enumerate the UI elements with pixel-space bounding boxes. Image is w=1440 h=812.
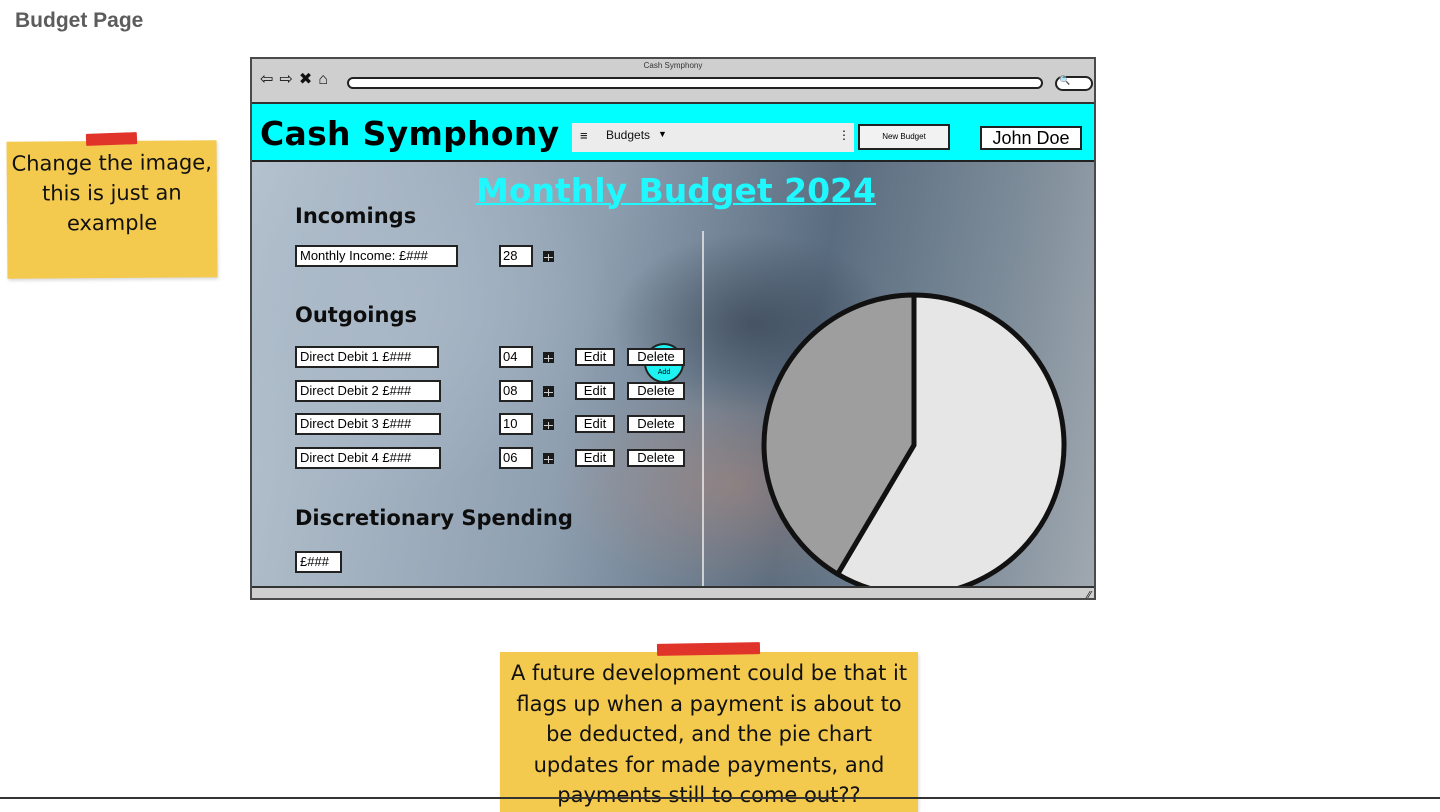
delete-button[interactable]: Delete xyxy=(627,415,685,433)
delete-button[interactable]: Delete xyxy=(627,382,685,400)
debit-day-field[interactable]: 04 xyxy=(499,346,533,368)
kebab-icon[interactable]: ⋮ xyxy=(838,128,850,142)
app-header: Cash Symphony ≡ Budgets ▼ ⋮ New Budget J… xyxy=(252,104,1094,162)
tape-strip xyxy=(85,132,138,146)
column-divider xyxy=(702,231,704,586)
back-icon[interactable]: ⇦ xyxy=(260,71,273,89)
edit-button[interactable]: Edit xyxy=(575,449,615,467)
home-icon[interactable]: ⌂ xyxy=(318,71,328,89)
direct-debit-field[interactable]: Direct Debit 1 £### xyxy=(295,346,439,368)
app-viewport: Cash Symphony ≡ Budgets ▼ ⋮ New Budget J… xyxy=(252,104,1094,586)
calendar-icon[interactable] xyxy=(543,251,554,262)
hamburger-icon[interactable]: ≡ xyxy=(580,128,588,143)
budget-pie-chart xyxy=(761,292,1067,586)
url-bar[interactable] xyxy=(347,77,1043,89)
delete-button[interactable]: Delete xyxy=(627,449,685,467)
sticky-note-text: A future development could be that it fl… xyxy=(510,661,908,807)
add-label: Add xyxy=(657,369,671,376)
discretionary-heading: Discretionary Spending xyxy=(295,506,573,530)
discretionary-field[interactable]: £### xyxy=(295,551,342,573)
calendar-icon[interactable] xyxy=(543,419,554,430)
edit-button[interactable]: Edit xyxy=(575,382,615,400)
browser-search[interactable]: 🔍 xyxy=(1055,75,1093,91)
search-icon: 🔍 xyxy=(1059,75,1071,85)
sticky-note-future: A future development could be that it fl… xyxy=(500,652,918,812)
sticky-note-image: Change the image, this is just an exampl… xyxy=(6,140,218,279)
browser-footer: ⁄⁄ xyxy=(252,586,1094,598)
direct-debit-field[interactable]: Direct Debit 2 £### xyxy=(295,380,441,402)
direct-debit-field[interactable]: Direct Debit 3 £### xyxy=(295,413,441,435)
user-button[interactable]: John Doe xyxy=(980,126,1082,150)
sticky-note-text: Change the image, this is just an exampl… xyxy=(11,150,212,236)
calendar-icon[interactable] xyxy=(543,352,554,363)
edit-button[interactable]: Edit xyxy=(575,415,615,433)
delete-button[interactable]: Delete xyxy=(627,348,685,366)
income-field[interactable]: Monthly Income: £### xyxy=(295,245,458,267)
browser-window: Cash Symphony ⇦ ⇨ ✖ ⌂ 🔍 Cash Symphony ≡ … xyxy=(250,57,1096,600)
incomings-heading: Incomings xyxy=(295,204,417,228)
close-icon[interactable]: ✖ xyxy=(299,71,312,89)
debit-day-field[interactable]: 06 xyxy=(499,447,533,469)
brand-logo[interactable]: Cash Symphony xyxy=(260,114,559,153)
caret-down-icon: ▼ xyxy=(658,129,667,139)
calendar-icon[interactable] xyxy=(543,386,554,397)
browser-nav: ⇦ ⇨ ✖ ⌂ xyxy=(260,71,328,89)
resize-handle-icon[interactable]: ⁄⁄ xyxy=(1088,590,1091,598)
window-title: Cash Symphony xyxy=(643,61,703,70)
page-title: Budget Page xyxy=(15,9,144,32)
budgets-menu-label[interactable]: Budgets xyxy=(606,128,650,142)
calendar-icon[interactable] xyxy=(543,453,554,464)
budgets-menubar[interactable]: ≡ Budgets ▼ ⋮ xyxy=(572,123,854,152)
debit-day-field[interactable]: 08 xyxy=(499,380,533,402)
edit-button[interactable]: Edit xyxy=(575,348,615,366)
income-day-field[interactable]: 28 xyxy=(499,245,533,267)
forward-icon[interactable]: ⇨ xyxy=(279,71,292,89)
tape-strip xyxy=(656,642,761,656)
direct-debit-field[interactable]: Direct Debit 4 £### xyxy=(295,447,441,469)
new-budget-button[interactable]: New Budget xyxy=(858,124,950,150)
debit-day-field[interactable]: 10 xyxy=(499,413,533,435)
outgoings-heading: Outgoings xyxy=(295,303,417,327)
